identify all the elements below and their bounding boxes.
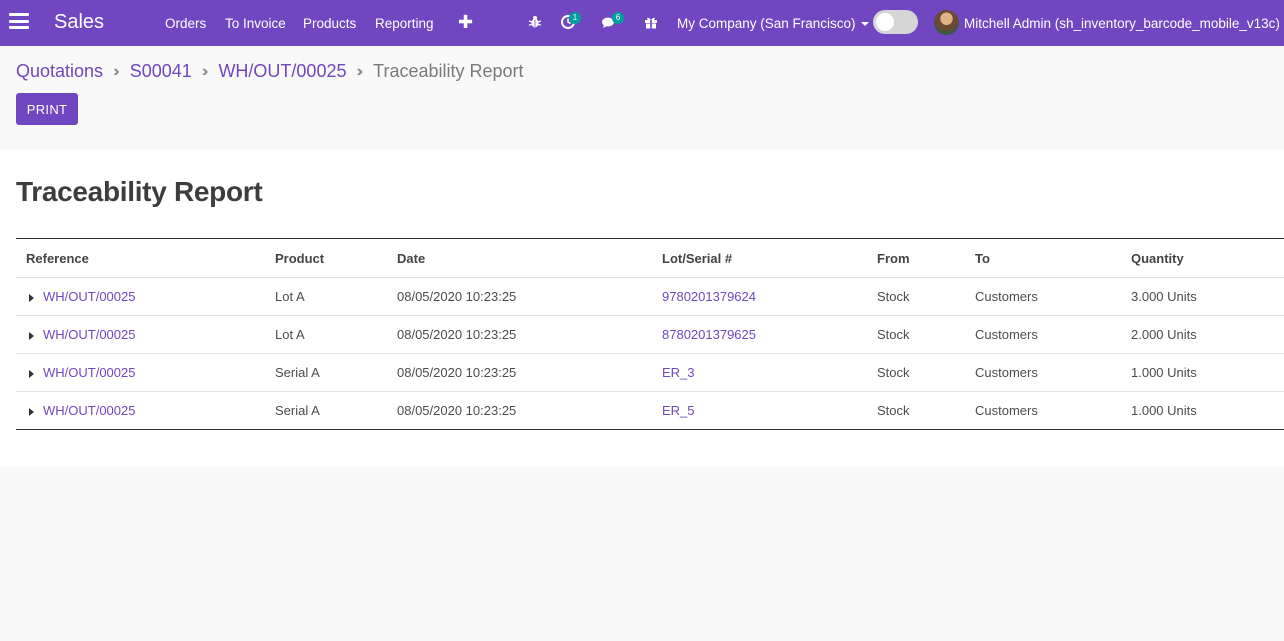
control-panel: Quotations ›› S00041 ›› WH/OUT/00025 ›› … [0,46,1284,134]
nav-item-to-invoice[interactable]: To Invoice [225,16,286,31]
debug-icon[interactable] [527,14,543,30]
cell-reference: WH/OUT/00025 [16,392,265,430]
plus-icon[interactable]: ✚ [458,12,473,33]
cell-lot: ER_5 [652,392,867,430]
cell-date: 08/05/2020 10:23:25 [397,365,517,380]
cell-from: Stock [877,365,910,380]
cell-quantity: 1.000 Units [1131,365,1197,380]
cell-quantity: 2.000 Units [1131,327,1197,342]
cell-lot: 8780201379625 [652,316,867,354]
cell-reference: WH/OUT/00025 [16,278,265,316]
cell-date: 08/05/2020 10:23:25 [397,289,517,304]
messages-badge: 6 [612,12,624,24]
cell-reference: WH/OUT/00025 [16,316,265,354]
breadcrumb-separator-icon: ›› [113,62,119,80]
cell-to: Customers [975,365,1038,380]
company-name: My Company (San Francisco) [677,16,856,31]
company-switcher[interactable]: My Company (San Francisco) [677,16,869,31]
reference-link[interactable]: WH/OUT/00025 [43,327,135,342]
nav-item-products[interactable]: Products [303,16,356,31]
cell-lot: ER_3 [652,354,867,392]
column-header-date: Date [397,250,426,266]
activity-badge: 1 [569,12,581,24]
lot-link[interactable]: ER_5 [662,403,695,418]
top-navbar: Sales Orders To Invoice Products Reporti… [0,0,1284,46]
app-name[interactable]: Sales [54,11,104,34]
cell-product: Lot A [275,327,305,342]
cell-quantity: 1.000 Units [1131,403,1197,418]
lot-link[interactable]: 8780201379625 [662,327,756,342]
breadcrumb-separator-icon: ›› [356,62,362,80]
user-menu[interactable]: Mitchell Admin (sh_inventory_barcode_mob… [964,16,1280,31]
print-button[interactable]: PRINT [16,93,78,125]
gift-icon[interactable] [643,14,659,30]
nav-item-reporting[interactable]: Reporting [375,16,434,31]
toggle-knob [876,13,894,31]
breadcrumb-current: Traceability Report [373,61,524,81]
column-header-to: To [975,250,990,266]
reference-link[interactable]: WH/OUT/00025 [43,403,135,418]
column-header-quantity: Quantity [1131,250,1184,266]
caret-right-icon[interactable] [29,293,34,302]
cell-to: Customers [975,289,1038,304]
caret-right-icon[interactable] [29,331,34,340]
cell-from: Stock [877,289,910,304]
caret-right-icon[interactable] [29,369,34,378]
traceability-table: Reference Product Date Lot/Serial # From… [16,238,1284,430]
cell-product: Lot A [275,289,305,304]
menu-icon[interactable] [9,13,29,31]
cell-product: Serial A [275,365,320,380]
avatar[interactable] [934,10,959,35]
chevron-down-icon [860,22,869,27]
table-row[interactable]: WH/OUT/00025 Serial A 08/05/2020 10:23:2… [16,392,1284,430]
caret-right-icon[interactable] [29,407,34,416]
table-row[interactable]: WH/OUT/00025 Lot A 08/05/2020 10:23:25 8… [16,316,1284,354]
dark-mode-toggle[interactable] [873,10,918,34]
breadcrumb: Quotations ›› S00041 ›› WH/OUT/00025 ›› … [16,61,524,82]
lot-link[interactable]: ER_3 [662,365,695,380]
report-content: Traceability Report Reference Product Da… [0,150,1284,467]
cell-to: Customers [975,327,1038,342]
nav-item-orders[interactable]: Orders [165,16,206,31]
breadcrumb-picking[interactable]: WH/OUT/00025 [218,61,346,82]
table-row[interactable]: WH/OUT/00025 Lot A 08/05/2020 10:23:25 9… [16,278,1284,316]
cell-product: Serial A [275,403,320,418]
breadcrumb-sale-order[interactable]: S00041 [130,61,192,82]
column-header-lot: Lot/Serial # [662,250,733,266]
reference-link[interactable]: WH/OUT/00025 [43,365,135,380]
column-header-reference: Reference [26,250,89,266]
cell-quantity: 3.000 Units [1131,289,1197,304]
cell-from: Stock [877,327,910,342]
lot-link[interactable]: 9780201379624 [662,289,756,304]
cell-to: Customers [975,403,1038,418]
column-header-product: Product [275,250,325,266]
cell-lot: 9780201379624 [652,278,867,316]
cell-date: 08/05/2020 10:23:25 [397,327,517,342]
breadcrumb-separator-icon: ›› [201,62,208,80]
report-title: Traceability Report [16,176,263,207]
cell-from: Stock [877,403,910,418]
cell-reference: WH/OUT/00025 [16,354,265,392]
table-header: Reference Product Date Lot/Serial # From… [16,238,1284,278]
reference-link[interactable]: WH/OUT/00025 [43,289,135,304]
column-header-from: From [877,250,910,266]
breadcrumb-quotations[interactable]: Quotations [16,61,103,82]
cell-date: 08/05/2020 10:23:25 [397,403,517,418]
table-row[interactable]: WH/OUT/00025 Serial A 08/05/2020 10:23:2… [16,354,1284,392]
